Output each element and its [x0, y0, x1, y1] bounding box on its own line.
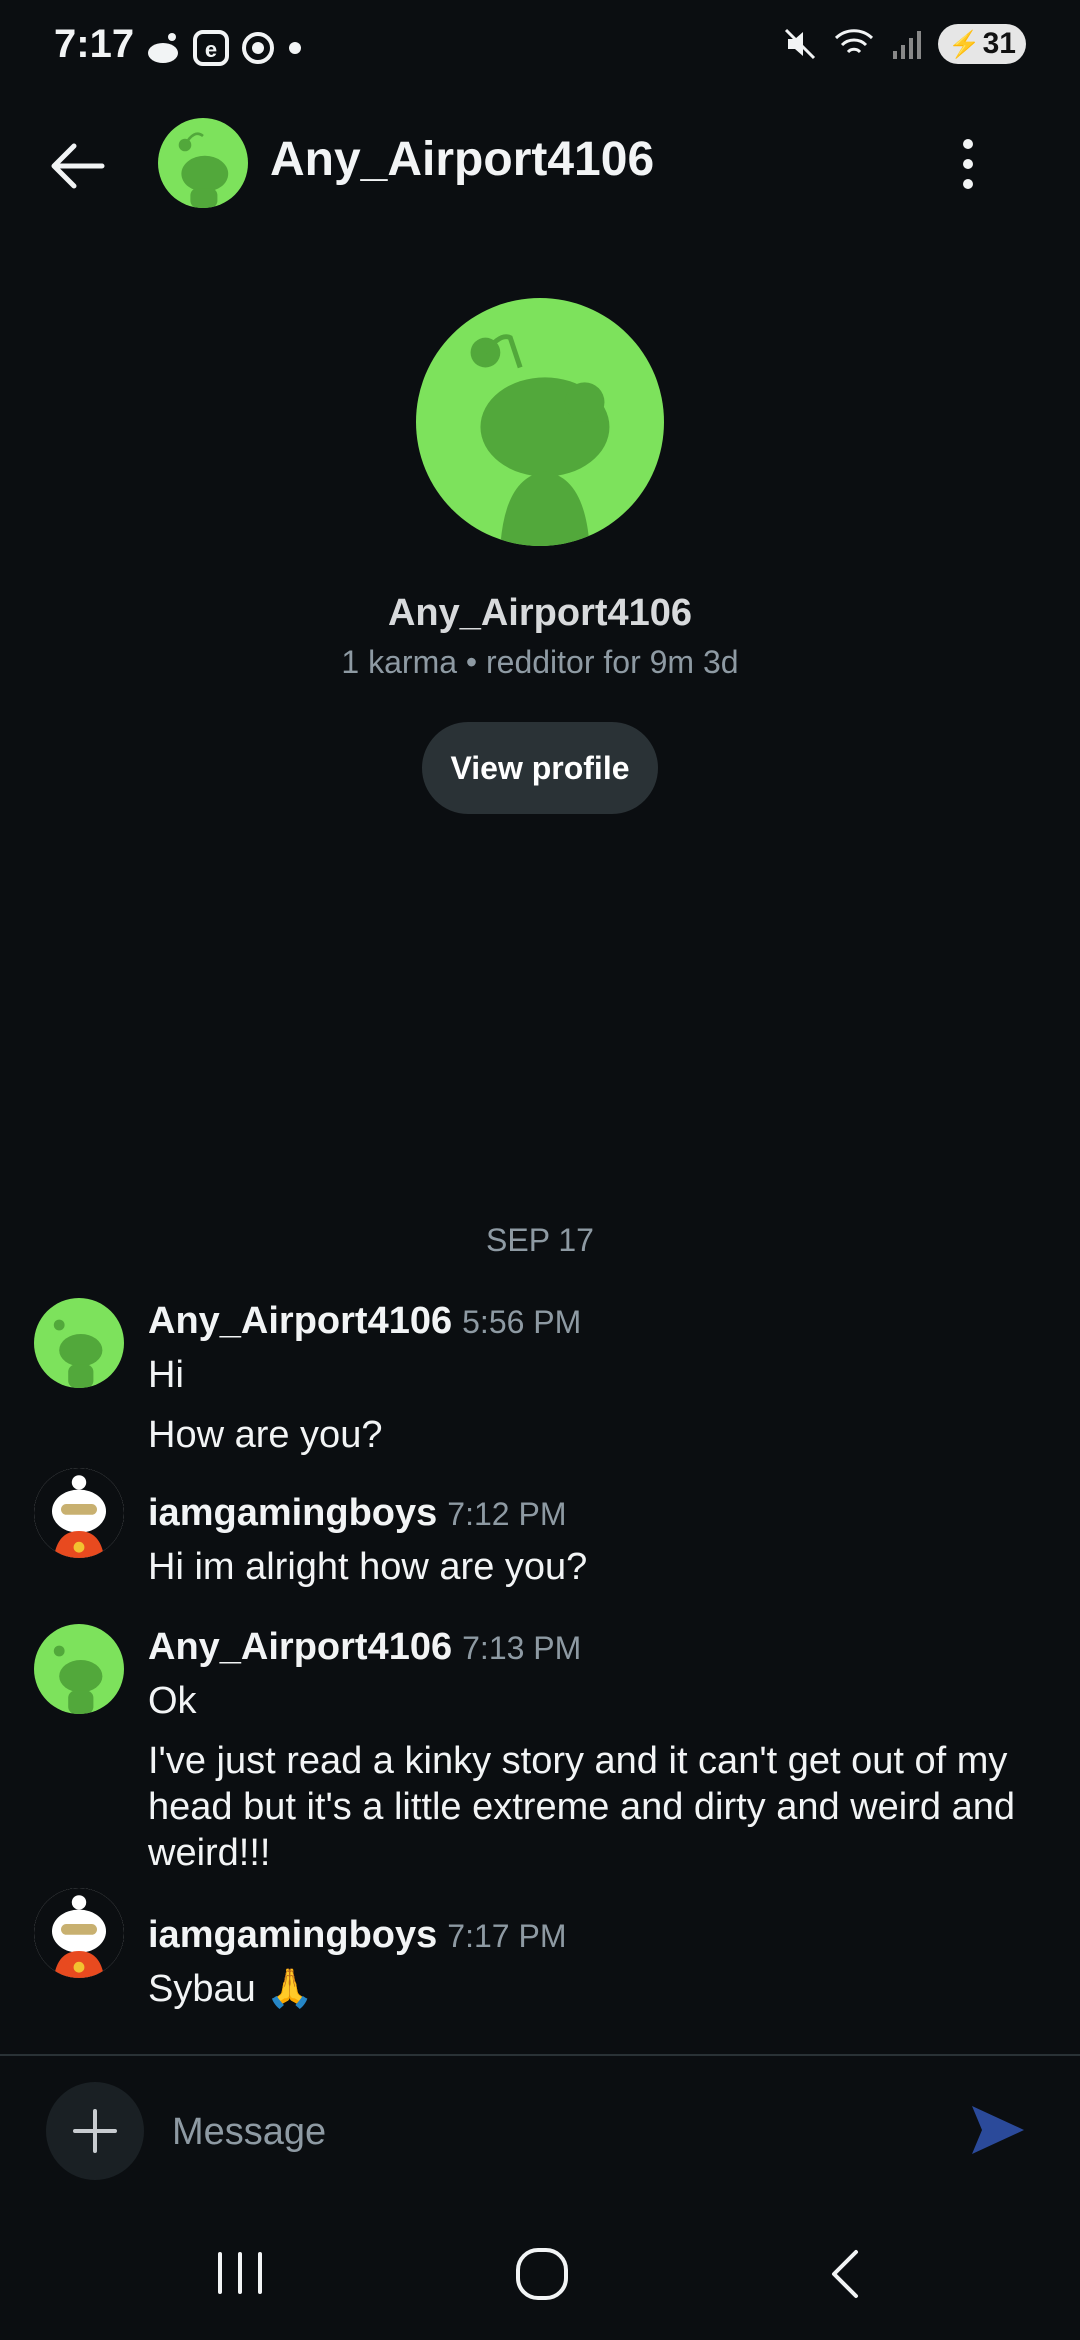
- charging-bolt-icon: ⚡: [948, 28, 981, 59]
- battery-icon: ⚡ 31: [938, 24, 1026, 64]
- custom-snoo-avatar-icon: [34, 1468, 124, 1558]
- message-avatar[interactable]: [34, 1888, 124, 1978]
- svg-text:e: e: [205, 37, 217, 62]
- message-avatar[interactable]: [34, 1298, 124, 1388]
- status-time: 7:17: [54, 22, 135, 66]
- date-separator: SEP 17: [486, 1222, 594, 1258]
- chrome-icon: [242, 32, 274, 64]
- mute-icon: [785, 28, 816, 60]
- back-arrow-icon[interactable]: [40, 128, 116, 204]
- message-time: 7:13 PM: [462, 1630, 582, 1666]
- view-profile-button[interactable]: View profile: [422, 722, 658, 814]
- message-text: Sybau 🙏: [148, 1968, 314, 2010]
- snoo-avatar-icon: [53, 1645, 103, 1714]
- message-text: How are you?: [148, 1414, 383, 1456]
- message-time: 7:17 PM: [447, 1918, 567, 1954]
- signal-icon: [893, 31, 922, 59]
- send-icon[interactable]: [968, 2100, 1028, 2160]
- message-time: 7:12 PM: [447, 1496, 567, 1532]
- message-header: iamgamingboys 7:12 PM: [148, 1492, 566, 1535]
- battery-level: 31: [982, 27, 1016, 60]
- message-text: Hi: [148, 1354, 184, 1396]
- message-avatar[interactable]: [34, 1468, 124, 1558]
- message-author[interactable]: Any_Airport4106: [148, 1626, 452, 1668]
- message-author[interactable]: Any_Airport4106: [148, 1300, 452, 1342]
- more-options-icon[interactable]: [948, 136, 988, 192]
- snoo-avatar-icon: [470, 334, 610, 546]
- e-icon: e: [193, 30, 229, 66]
- message-author[interactable]: iamgamingboys: [148, 1492, 437, 1534]
- snoo-avatar-icon: [178, 132, 229, 208]
- message-time: 5:56 PM: [462, 1304, 582, 1340]
- snoo-avatar-icon: [53, 1319, 103, 1388]
- custom-snoo-avatar-icon: [34, 1888, 124, 1978]
- profile-meta: 1 karma • redditor for 9m 3d: [341, 644, 739, 680]
- profile-avatar: [416, 298, 664, 546]
- message-text: Ok: [148, 1680, 197, 1722]
- message-author[interactable]: iamgamingboys: [148, 1914, 437, 1956]
- message-header: iamgamingboys 7:17 PM: [148, 1914, 566, 1957]
- header-avatar[interactable]: [158, 118, 248, 208]
- home-icon[interactable]: [512, 2244, 572, 2304]
- profile-name: Any_Airport4106: [387, 592, 693, 634]
- message-text: Hi im alright how are you?: [148, 1546, 588, 1588]
- message-header: Any_Airport4106 7:13 PM: [148, 1626, 581, 1669]
- message-text: I've just read a kinky story and it can'…: [148, 1740, 1015, 1874]
- add-attachment-button[interactable]: [46, 2082, 144, 2180]
- recent-apps-icon[interactable]: [210, 2248, 270, 2298]
- wifi-icon: [835, 29, 874, 54]
- conversation-title: Any_Airport4106: [270, 133, 655, 186]
- composer-divider: [0, 2054, 1080, 2056]
- status-icons-right: ⚡ 31: [782, 24, 1026, 64]
- dot-icon: [289, 42, 301, 54]
- nav-back-icon[interactable]: [820, 2244, 870, 2304]
- message-avatar[interactable]: [34, 1624, 124, 1714]
- status-icons-left: e: [145, 30, 303, 66]
- reddit-icon: [148, 33, 178, 63]
- message-header: Any_Airport4106 5:56 PM: [148, 1300, 581, 1343]
- plus-icon: [73, 2109, 117, 2153]
- message-input[interactable]: [172, 2104, 932, 2160]
